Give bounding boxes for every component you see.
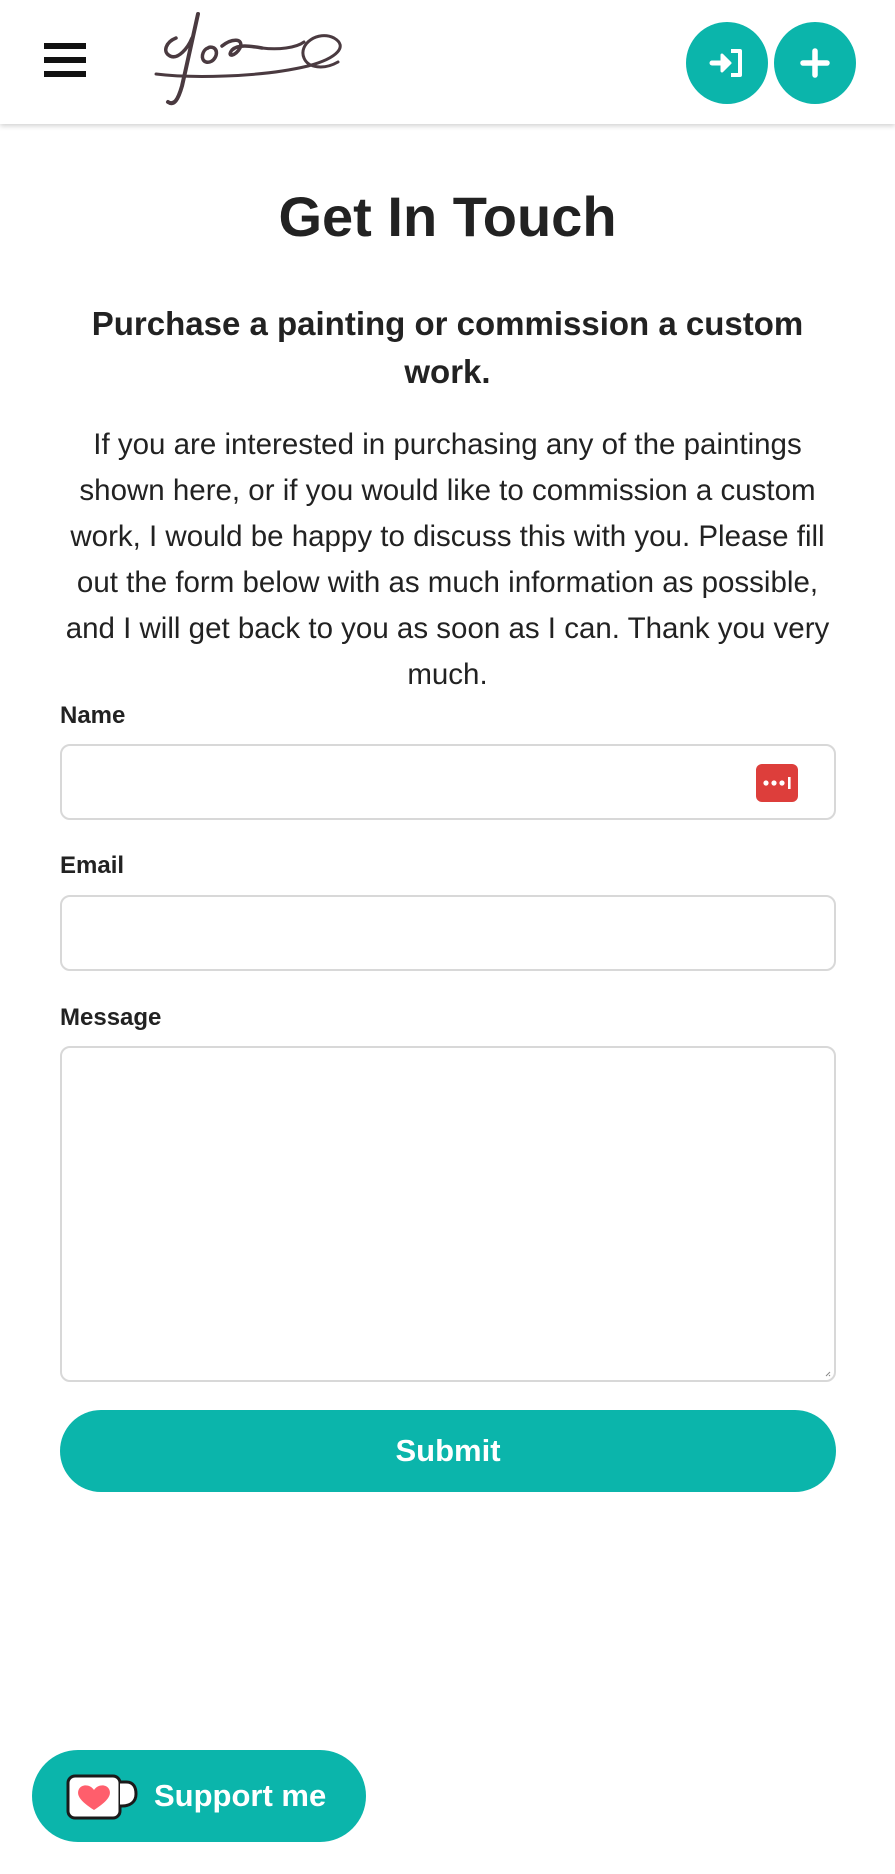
sign-in-icon	[709, 49, 742, 77]
plus-icon	[800, 48, 830, 78]
submit-button[interactable]: Submit	[60, 1410, 836, 1492]
site-header	[0, 0, 895, 124]
support-me-button[interactable]: Support me	[32, 1750, 366, 1842]
login-button[interactable]	[686, 22, 768, 104]
resize-handle-icon[interactable]	[825, 1371, 831, 1377]
page-subtitle: Purchase a painting or commission a cust…	[91, 305, 804, 390]
page-title: Get In Touch	[278, 185, 617, 248]
email-label: Email	[60, 852, 125, 879]
hamburger-menu-icon[interactable]	[44, 40, 86, 78]
add-button[interactable]	[774, 22, 856, 104]
message-field[interactable]	[60, 1046, 836, 1382]
intro-text: If you are interested in purchasing any …	[65, 428, 830, 691]
name-label: Name	[60, 702, 126, 729]
message-label: Message	[60, 1004, 162, 1031]
name-field[interactable]	[60, 744, 836, 820]
kofi-cup-icon	[66, 1774, 138, 1820]
signature-logo[interactable]	[148, 8, 354, 112]
email-field[interactable]	[60, 895, 836, 971]
support-me-label: Support me	[154, 1778, 327, 1813]
password-manager-icon[interactable]	[756, 764, 798, 802]
